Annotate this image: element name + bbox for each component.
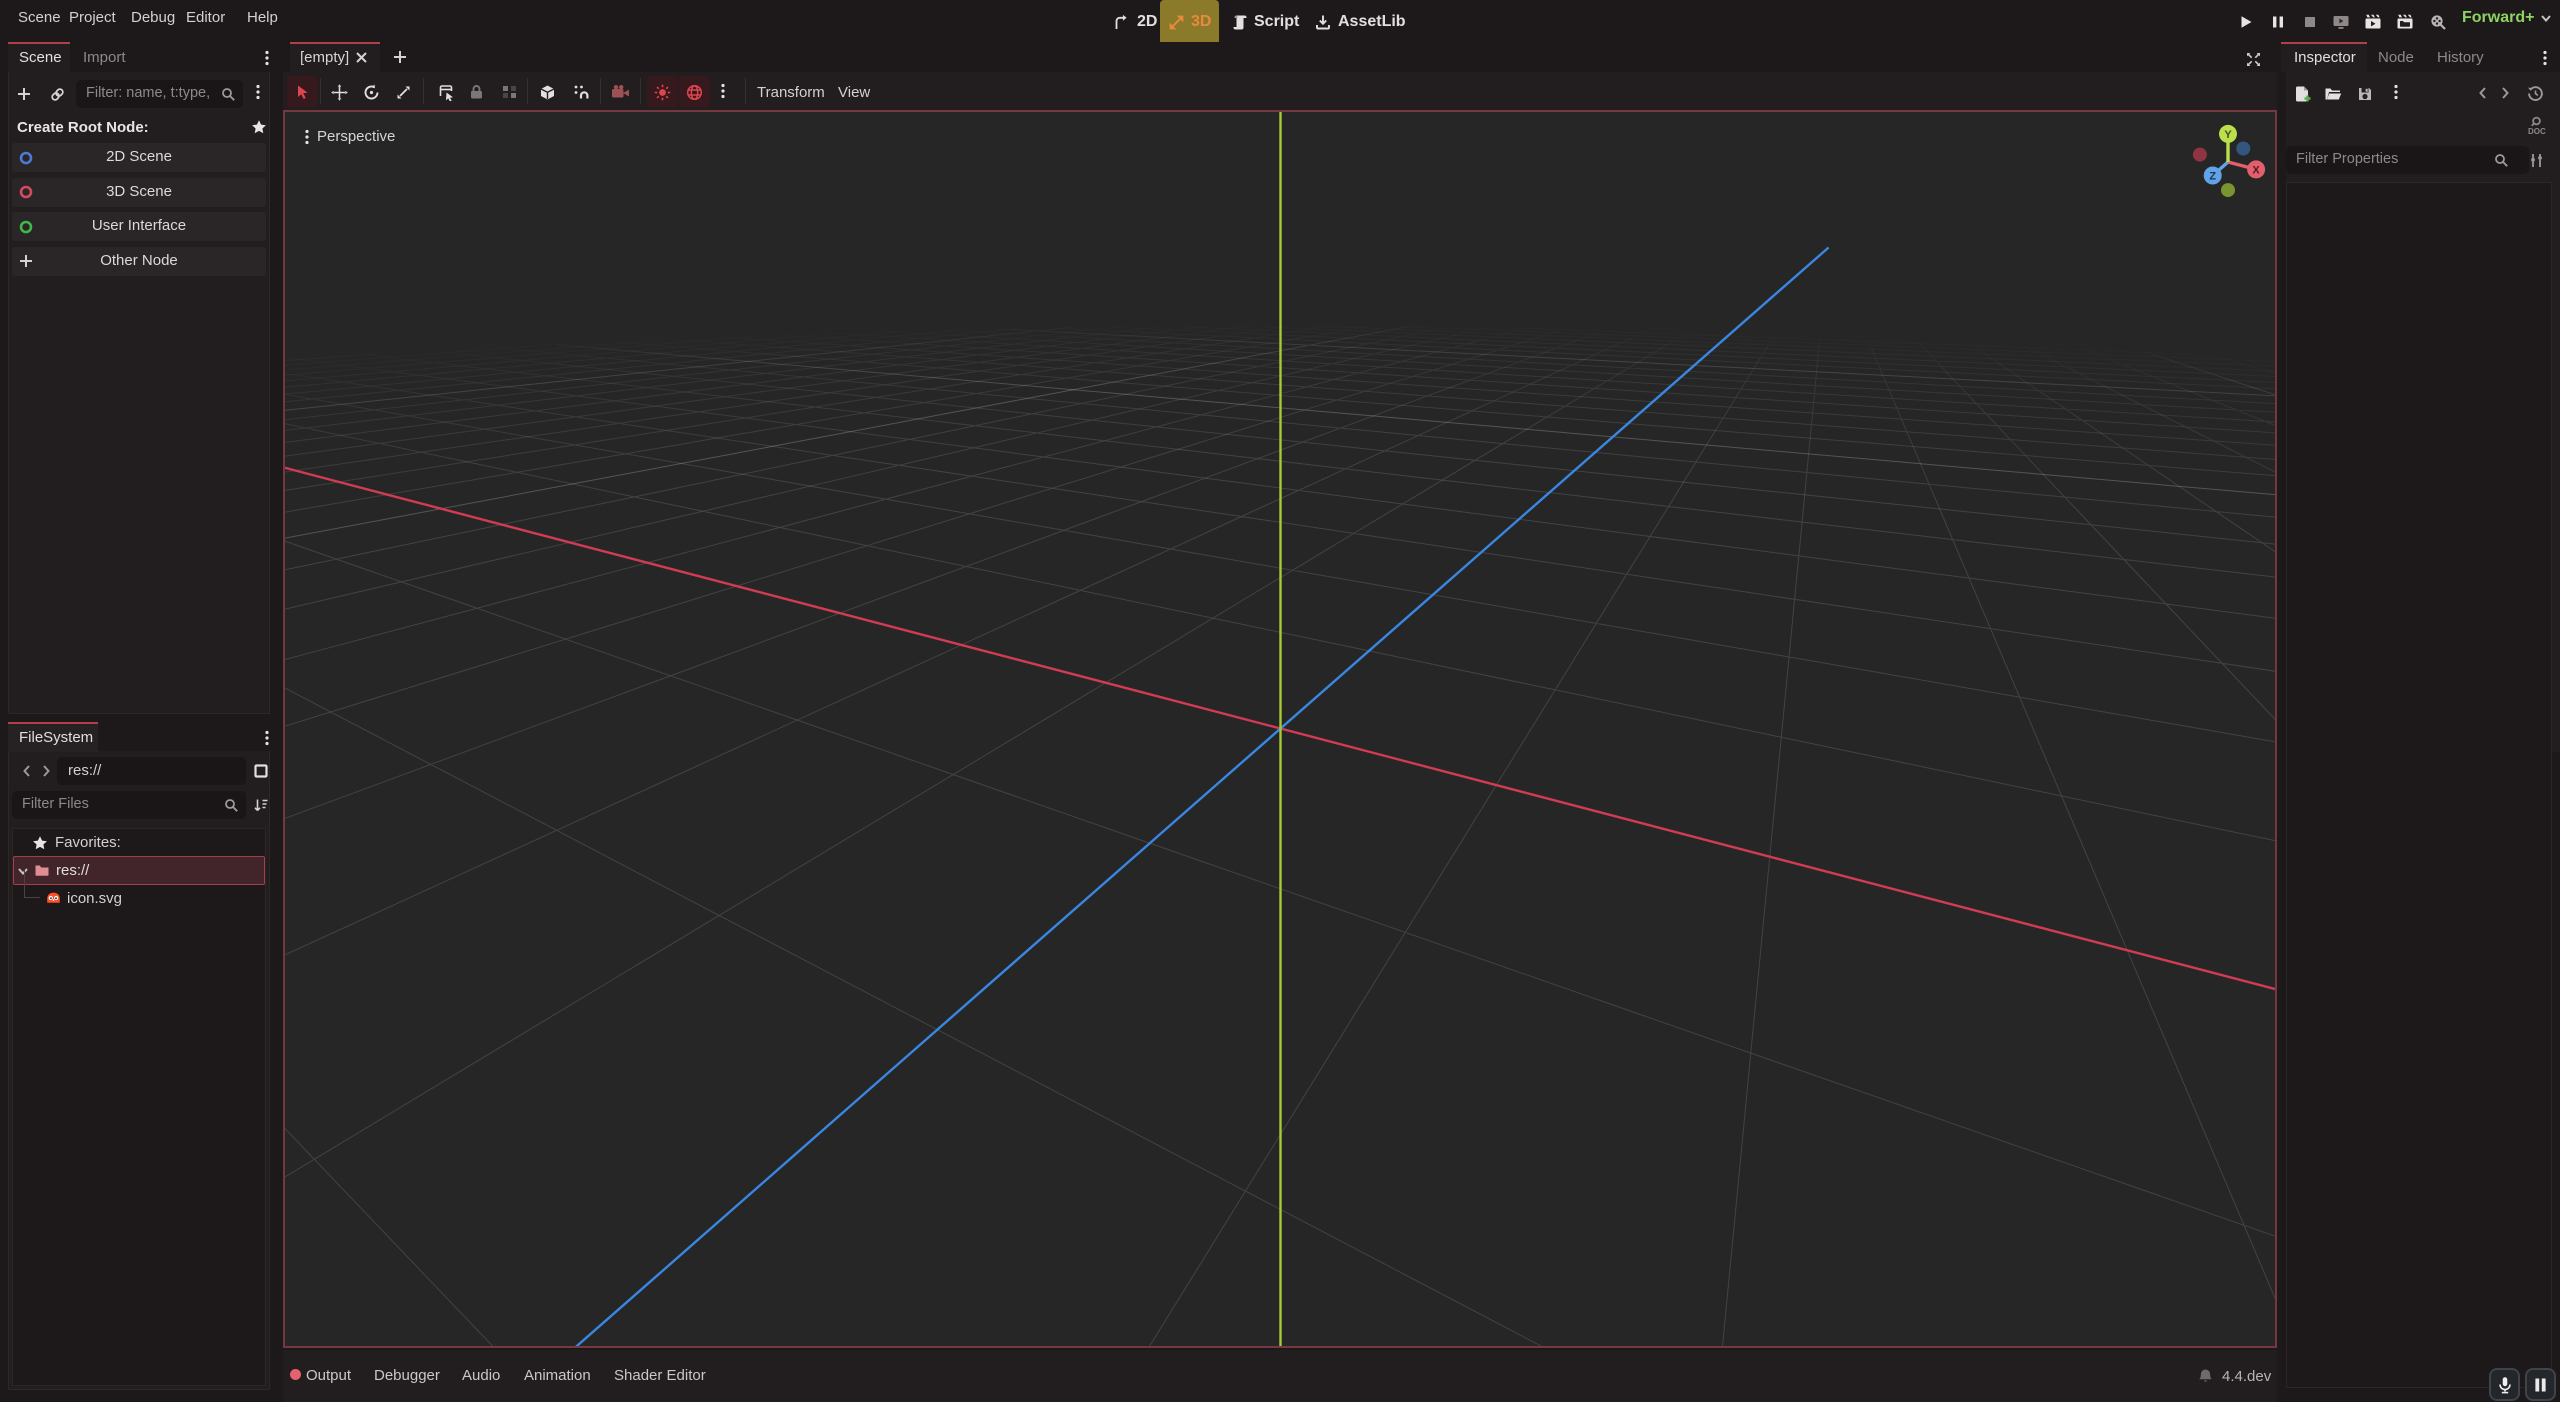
svg-text:X: X	[2252, 164, 2260, 176]
svg-text:Z: Z	[2209, 171, 2216, 183]
svg-text:Y: Y	[2224, 129, 2232, 141]
svg-text:DOC: DOC	[2528, 127, 2546, 136]
